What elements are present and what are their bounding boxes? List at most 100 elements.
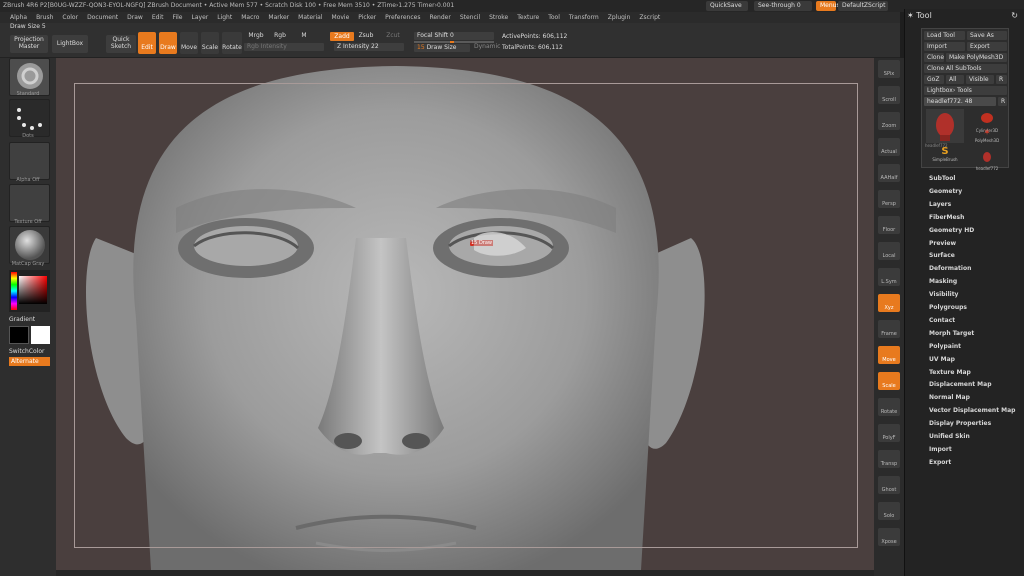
menu-render[interactable]: Render bbox=[429, 12, 450, 23]
subpalette-export[interactable]: Export bbox=[929, 459, 951, 466]
texture-thumbnail[interactable] bbox=[9, 184, 50, 222]
lightbox-button[interactable]: LightBox bbox=[52, 35, 88, 53]
menu-alpha[interactable]: Alpha bbox=[10, 12, 27, 23]
move-button[interactable]: Move bbox=[180, 32, 198, 54]
subpalette-normal-map[interactable]: Normal Map bbox=[929, 394, 970, 401]
load-tool-button[interactable]: Load Tool bbox=[924, 31, 965, 40]
edit-button[interactable]: Edit bbox=[138, 32, 156, 54]
all-button[interactable]: All bbox=[946, 75, 964, 84]
menu-texture[interactable]: Texture bbox=[517, 12, 539, 23]
draw-size-slider[interactable]: 15 Draw Size bbox=[414, 44, 470, 52]
menu-tool[interactable]: Tool bbox=[548, 12, 560, 23]
menu-layer[interactable]: Layer bbox=[192, 12, 209, 23]
current-tool-r-button[interactable]: R bbox=[998, 97, 1007, 106]
saturation-box[interactable] bbox=[19, 276, 47, 304]
main-color-swatch[interactable] bbox=[31, 326, 50, 344]
menu-stroke[interactable]: Stroke bbox=[489, 12, 508, 23]
menu-zplugin[interactable]: Zplugin bbox=[608, 12, 631, 23]
view-button-scroll[interactable]: Scroll bbox=[878, 86, 900, 104]
alternate-button[interactable]: Alternate bbox=[9, 357, 50, 366]
subpalette-preview[interactable]: Preview bbox=[929, 240, 956, 247]
view-button-polyf[interactable]: PolyF bbox=[878, 424, 900, 442]
lightbox-tools-button[interactable]: Lightbox› Tools bbox=[924, 86, 1007, 95]
quick-sketch-button[interactable]: Quick Sketch bbox=[106, 35, 136, 53]
menu-picker[interactable]: Picker bbox=[358, 12, 376, 23]
view-button-transp[interactable]: Transp bbox=[878, 450, 900, 468]
menu-material[interactable]: Material bbox=[298, 12, 322, 23]
clone-all-subtools-button[interactable]: Clone All SubTools bbox=[924, 64, 1007, 73]
see-through-slider[interactable]: See-through 0 bbox=[754, 1, 812, 11]
rgb-intensity-slider[interactable]: Rgb Intensity bbox=[244, 43, 324, 51]
goz-button[interactable]: GoZ bbox=[924, 75, 944, 84]
menu-color[interactable]: Color bbox=[62, 12, 78, 23]
quicksave-button[interactable]: QuickSave bbox=[706, 1, 748, 11]
pin-icon[interactable]: ✶ bbox=[907, 11, 914, 20]
visible-button[interactable]: Visible bbox=[966, 75, 994, 84]
view-button-l-sym[interactable]: L.Sym bbox=[878, 268, 900, 286]
view-button-persp[interactable]: Persp bbox=[878, 190, 900, 208]
tool-thumb-simplebrush[interactable]: S SimpleBrush bbox=[926, 147, 964, 165]
zcut-button[interactable]: Zcut bbox=[384, 32, 402, 40]
menus-button[interactable]: Menus bbox=[816, 1, 840, 11]
subpalette-geometry-hd[interactable]: Geometry HD bbox=[929, 227, 974, 234]
view-button-actual[interactable]: Actual bbox=[878, 138, 900, 156]
save-as-button[interactable]: Save As bbox=[967, 31, 1007, 40]
menu-draw[interactable]: Draw bbox=[127, 12, 143, 23]
subpalette-texture-map[interactable]: Texture Map bbox=[929, 369, 971, 376]
projection-master-button[interactable]: Projection Master bbox=[10, 35, 48, 53]
zadd-button[interactable]: Zadd bbox=[330, 32, 354, 41]
menu-brush[interactable]: Brush bbox=[36, 12, 53, 23]
subpalette-morph-target[interactable]: Morph Target bbox=[929, 330, 974, 337]
subpalette-layers[interactable]: Layers bbox=[929, 201, 951, 208]
menu-edit[interactable]: Edit bbox=[152, 12, 164, 23]
view-button-zoom[interactable]: Zoom bbox=[878, 112, 900, 130]
tool-thumb-head-small[interactable]: headlef772 bbox=[968, 147, 1006, 171]
menu-stencil[interactable]: Stencil bbox=[460, 12, 480, 23]
subpalette-fibermesh[interactable]: FiberMesh bbox=[929, 214, 964, 221]
subpalette-deformation[interactable]: Deformation bbox=[929, 265, 971, 272]
current-tool-slider[interactable]: headlef772. 48 bbox=[924, 97, 996, 106]
view-button-aahalf[interactable]: AAHalf bbox=[878, 164, 900, 182]
tool-thumb-cylinder[interactable]: Cylinder3D bbox=[968, 109, 1006, 133]
goz-r-button[interactable]: R bbox=[996, 75, 1007, 84]
view-button-rotate[interactable]: Rotate bbox=[878, 398, 900, 416]
view-button-local[interactable]: Local bbox=[878, 242, 900, 260]
make-polymesh-button[interactable]: Make PolyMesh3D bbox=[946, 53, 1007, 62]
export-button[interactable]: Export bbox=[967, 42, 1007, 51]
view-button-scale[interactable]: Scale bbox=[878, 372, 900, 390]
focal-shift-slider[interactable]: Focal Shift 0 bbox=[414, 32, 494, 40]
subpalette-uv-map[interactable]: UV Map bbox=[929, 356, 955, 363]
menu-transform[interactable]: Transform bbox=[569, 12, 599, 23]
default-zscript-button[interactable]: DefaultZScript bbox=[838, 1, 888, 11]
view-button-solo[interactable]: Solo bbox=[878, 502, 900, 520]
dynamic-button[interactable]: Dynamic bbox=[474, 43, 500, 51]
menu-movie[interactable]: Movie bbox=[332, 12, 350, 23]
switchcolor-button[interactable]: SwitchColor bbox=[9, 348, 45, 355]
alpha-thumbnail[interactable] bbox=[9, 142, 50, 180]
view-button-xpose[interactable]: Xpose bbox=[878, 528, 900, 546]
view-button-ghost[interactable]: Ghost bbox=[878, 476, 900, 494]
menu-zscript[interactable]: Zscript bbox=[639, 12, 660, 23]
subpalette-polygroups[interactable]: Polygroups bbox=[929, 304, 967, 311]
menu-light[interactable]: Light bbox=[217, 12, 232, 23]
subpalette-subtool[interactable]: SubTool bbox=[929, 175, 955, 182]
zsub-button[interactable]: Zsub bbox=[356, 32, 376, 40]
hue-strip[interactable] bbox=[11, 272, 17, 310]
rgb-button[interactable]: Rgb bbox=[272, 32, 288, 40]
m-button[interactable]: M bbox=[300, 32, 308, 40]
subpalette-surface[interactable]: Surface bbox=[929, 252, 955, 259]
subpalette-display-properties[interactable]: Display Properties bbox=[929, 420, 991, 427]
color-picker[interactable] bbox=[9, 270, 50, 312]
subpalette-unified-skin[interactable]: Unified Skin bbox=[929, 433, 970, 440]
subpalette-contact[interactable]: Contact bbox=[929, 317, 955, 324]
subpalette-visibility[interactable]: Visibility bbox=[929, 291, 958, 298]
view-button-xyz[interactable]: Xyz bbox=[878, 294, 900, 312]
menu-document[interactable]: Document bbox=[87, 12, 118, 23]
subpalette-masking[interactable]: Masking bbox=[929, 278, 957, 285]
subpalette-import[interactable]: Import bbox=[929, 446, 952, 453]
material-thumbnail[interactable] bbox=[9, 226, 50, 264]
rotate-button[interactable]: Rotate bbox=[222, 32, 242, 54]
view-button-spix[interactable]: SPix bbox=[878, 60, 900, 78]
import-button[interactable]: Import bbox=[924, 42, 965, 51]
menu-marker[interactable]: Marker bbox=[268, 12, 289, 23]
